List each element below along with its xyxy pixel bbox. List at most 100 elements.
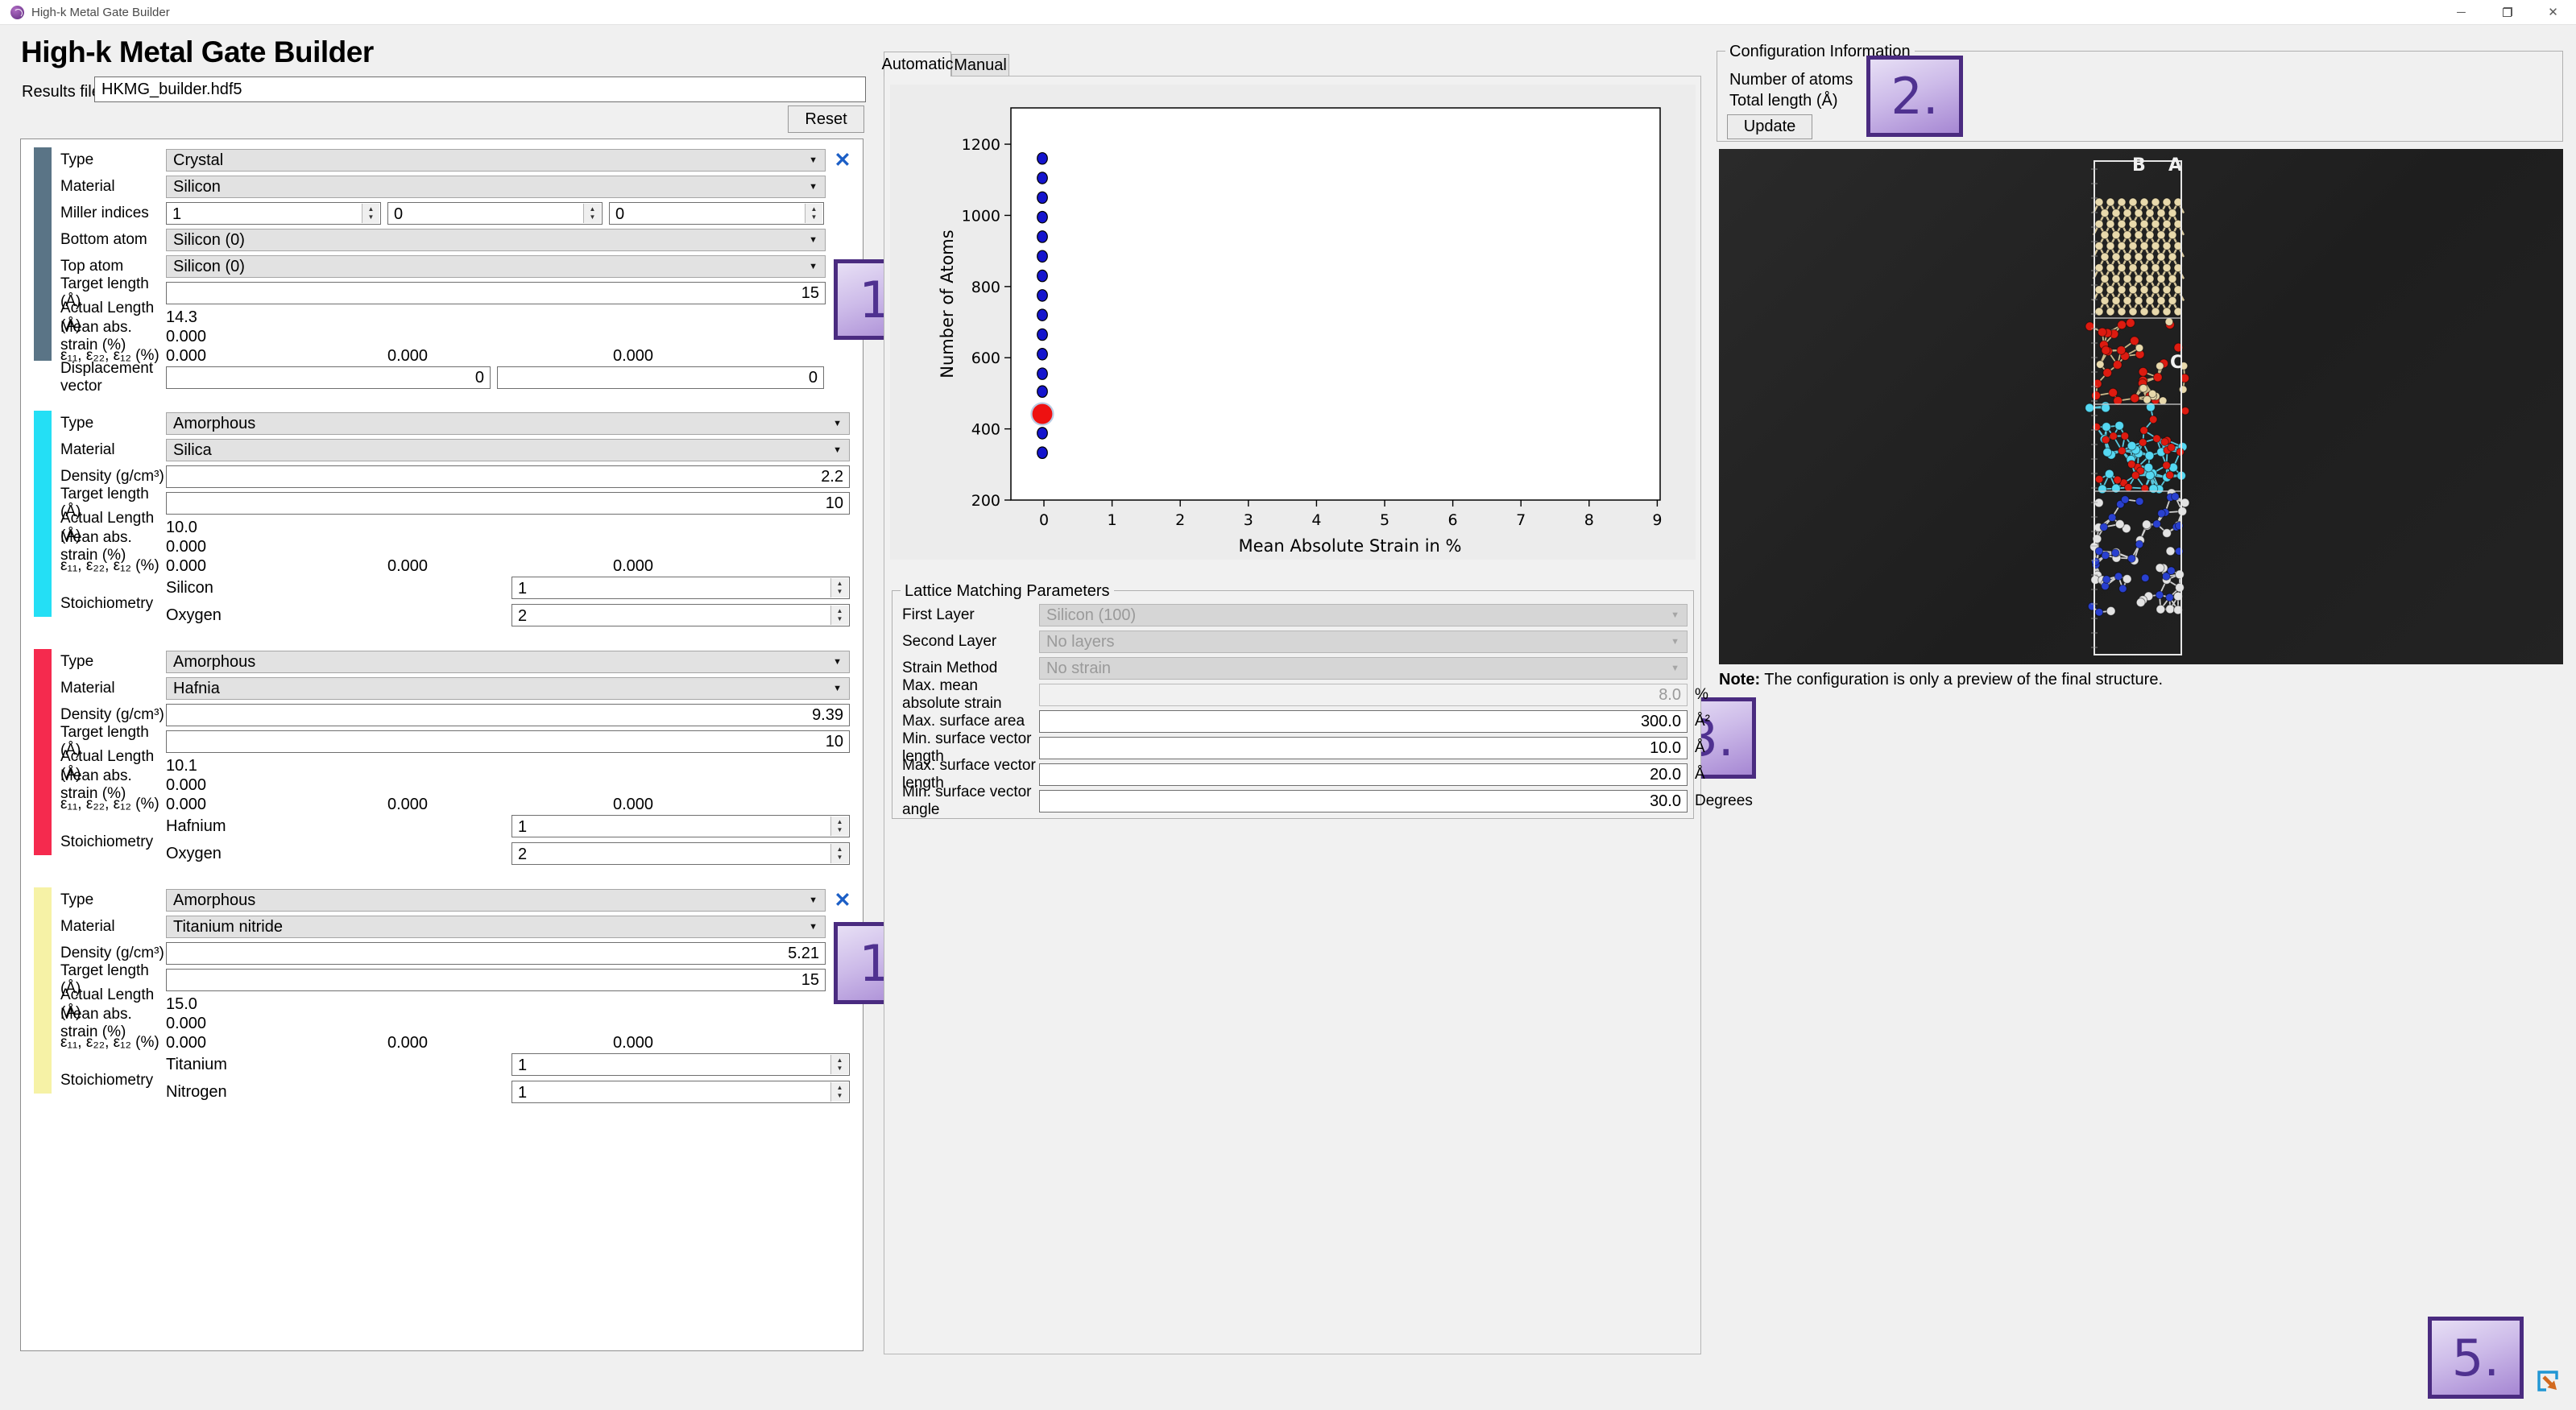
spinbox-arrows[interactable]: ▲▼ (830, 578, 848, 597)
minimize-button[interactable]: ─ (2438, 0, 2484, 24)
update-button[interactable]: Update (1727, 114, 1812, 139)
spinbox[interactable]: 0▲▼ (387, 202, 603, 225)
input-field[interactable]: 20.0 (1039, 763, 1688, 786)
stoichiometry-row: StoichiometryTitanium1▲▼Nitrogen1▲▼ (60, 1053, 863, 1108)
remove-layer-button[interactable]: ✕ (831, 149, 854, 172)
dropdown-silicon-0-[interactable]: Silicon (0)▼ (166, 229, 826, 251)
results-filename-input[interactable]: HKMG_builder.hdf5 (94, 76, 866, 102)
axis-c-label: C (2170, 353, 2183, 373)
spinbox[interactable]: 2▲▼ (511, 604, 850, 626)
spinbox-arrows[interactable]: ▲▼ (830, 817, 848, 836)
spinbox[interactable]: 1▲▼ (166, 202, 381, 225)
remove-layer-button[interactable]: ✕ (831, 889, 854, 912)
spinbox-arrows[interactable]: ▲▼ (805, 204, 822, 223)
chevron-down-icon: ▼ (833, 684, 842, 693)
resize-grip-icon[interactable] (2535, 1368, 2562, 1396)
spin-down-icon: ▼ (837, 1093, 843, 1099)
dropdown-silica[interactable]: Silica▼ (166, 439, 850, 461)
spinbox[interactable]: 1▲▼ (511, 577, 850, 599)
dropdown-titanium-nitride[interactable]: Titanium nitride▼ (166, 916, 826, 938)
input-field[interactable]: 15 (166, 969, 826, 991)
svg-text:5: 5 (1380, 511, 1389, 529)
input-field[interactable]: 300.0 (1039, 710, 1688, 733)
svg-text:400: 400 (971, 421, 1000, 439)
input-field[interactable]: 10 (166, 492, 850, 515)
lattice-row-max-surface-vector-length: Max. surface vector length20.0Å (902, 763, 1693, 786)
app-icon (10, 6, 24, 19)
spin-up-icon: ▲ (837, 1085, 843, 1091)
spinbox[interactable]: 1▲▼ (511, 1053, 850, 1076)
layer-section-2: TypeAmorphous▼MaterialSilica▼Density (g/… (21, 403, 863, 641)
lattice-field-label: Max. surface area (902, 713, 1039, 730)
spinbox-arrows[interactable]: ▲▼ (830, 1055, 848, 1074)
spinbox[interactable]: 1▲▼ (511, 815, 850, 837)
readout-value: 14.3 (166, 308, 197, 327)
spin-up-icon: ▲ (837, 608, 843, 614)
dropdown-silicon-0-[interactable]: Silicon (0)▼ (166, 255, 826, 278)
row-miller-indices: Miller indices1▲▼0▲▼0▲▼ (60, 202, 863, 225)
input-field[interactable]: 15 (166, 282, 826, 304)
tab-automatic[interactable]: Automatic (884, 52, 951, 76)
structure-preview[interactable]: BAC (1719, 149, 2563, 664)
unit-label: Å² (1695, 713, 1710, 730)
chevron-down-icon: ▼ (833, 419, 842, 428)
page-title: High-k Metal Gate Builder (21, 35, 374, 69)
svg-text:Number of Atoms: Number of Atoms (938, 229, 957, 378)
input-field[interactable]: 2.2 (166, 465, 850, 488)
spinbox[interactable]: 1▲▼ (511, 1081, 850, 1103)
dropdown-silicon-100-: Silicon (100)▼ (1039, 604, 1688, 626)
spinbox-arrows[interactable]: ▲▼ (830, 844, 848, 863)
field-label: Type (60, 151, 166, 169)
spin-down-icon: ▼ (368, 214, 375, 221)
lattice-field-label: Max. mean absolute strain (902, 677, 1039, 713)
readout-value: 15.0 (166, 995, 197, 1014)
spinbox-arrows[interactable]: ▲▼ (830, 1082, 848, 1102)
dropdown-value: Silicon (0) (167, 258, 245, 276)
spin-down-icon: ▼ (837, 616, 843, 622)
dropdown-amorphous[interactable]: Amorphous▼ (166, 412, 850, 435)
dropdown-silicon[interactable]: Silicon▼ (166, 176, 826, 198)
spinbox-arrows[interactable]: ▲▼ (830, 606, 848, 625)
dropdown-value: Amorphous (167, 653, 255, 672)
restore-button[interactable] (2484, 0, 2530, 24)
spin-up-icon: ▲ (837, 581, 843, 587)
input-field[interactable]: 5.21 (166, 942, 826, 965)
input-field[interactable]: 10.0 (1039, 737, 1688, 759)
reset-button[interactable]: Reset (788, 105, 864, 133)
dropdown-crystal[interactable]: Crystal▼ (166, 149, 826, 172)
field-label: Displacement vector (60, 360, 166, 395)
row-mean-abs-strain-: Mean abs. strain (%)0.000 (60, 1015, 863, 1032)
input-field[interactable]: 30.0 (1039, 790, 1688, 813)
input-field: 8.0 (1039, 684, 1688, 706)
input-field[interactable]: 10 (166, 730, 850, 753)
dropdown-amorphous[interactable]: Amorphous▼ (166, 889, 826, 912)
config-row: Number of atoms 442 (1729, 69, 2562, 90)
row-material: MaterialSilicon▼ (60, 176, 863, 198)
field-label: Type (60, 415, 166, 432)
field-label: Density (g/cm³) (60, 468, 166, 486)
stoichiometry-row: StoichiometrySilicon1▲▼Oxygen2▲▼ (60, 577, 863, 631)
dropdown-value: Silicon (0) (167, 231, 245, 250)
unit-label: % (1695, 686, 1708, 704)
input-field[interactable]: 0 (497, 366, 824, 389)
lattice-row-max-surface-area: Max. surface area300.0Å² (902, 710, 1693, 733)
close-button[interactable]: ✕ (2530, 0, 2576, 24)
annotation-box-5: 5. (2428, 1317, 2524, 1399)
dropdown-amorphous[interactable]: Amorphous▼ (166, 651, 850, 673)
strain-value: 0.000 (613, 796, 653, 814)
input-field[interactable]: 0 (166, 366, 491, 389)
svg-text:9: 9 (1652, 511, 1662, 529)
automatic-tab-pane: 200400600800100012000123456789Mean Absol… (884, 76, 1701, 1354)
tab-manual[interactable]: Manual (951, 54, 1009, 76)
input-field[interactable]: 9.39 (166, 704, 850, 726)
dropdown-value: No layers (1040, 633, 1114, 651)
strain-value: 0.000 (387, 557, 613, 576)
spinbox[interactable]: 2▲▼ (511, 842, 850, 865)
svg-text:0: 0 (1039, 511, 1049, 529)
dropdown-hafnia[interactable]: Hafnia▼ (166, 677, 850, 700)
spinbox-arrows[interactable]: ▲▼ (583, 204, 601, 223)
spinbox-arrows[interactable]: ▲▼ (362, 204, 379, 223)
spinbox[interactable]: 0▲▼ (609, 202, 824, 225)
row-target-length-: Target length (Å)10 (60, 492, 863, 515)
axis-b-label: B (2132, 155, 2146, 176)
